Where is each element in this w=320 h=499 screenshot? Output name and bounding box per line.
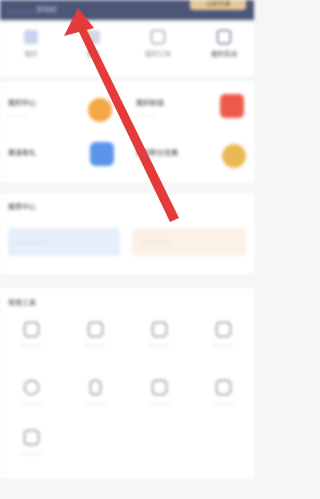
arrow-shaft: [78, 22, 179, 222]
arrow-head: [64, 8, 94, 36]
annotation-arrow: [64, 8, 179, 222]
